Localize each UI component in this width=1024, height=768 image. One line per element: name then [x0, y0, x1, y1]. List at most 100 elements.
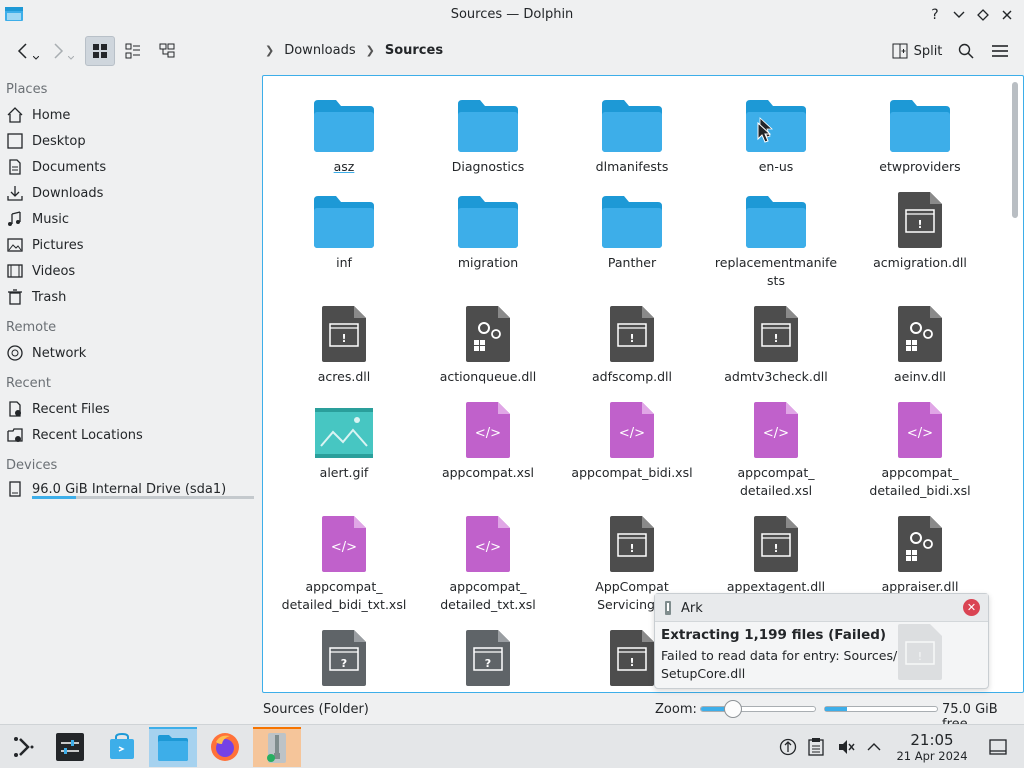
- window-title: Sources — Dolphin: [450, 7, 574, 22]
- network-tray-icon[interactable]: [778, 737, 798, 757]
- folder-item[interactable]: Diagnostics: [418, 88, 558, 176]
- svg-text:</>: </>: [475, 540, 501, 555]
- status-text: Sources (Folder): [263, 702, 369, 717]
- app-launcher-button[interactable]: [0, 727, 48, 767]
- music-icon: [6, 210, 24, 228]
- close-button[interactable]: [998, 5, 1016, 25]
- file-item[interactable]: appraiser.dll: [850, 508, 990, 596]
- folder-item[interactable]: dlmanifests: [562, 88, 702, 176]
- folder-item[interactable]: replacementmanife sts: [706, 184, 846, 290]
- split-button[interactable]: Split: [888, 36, 946, 66]
- sidebar-item-label: Recent Locations: [32, 427, 143, 443]
- task-discover[interactable]: [98, 727, 146, 767]
- task-dolphin[interactable]: [149, 727, 197, 767]
- file-name: acres.dll: [317, 369, 371, 384]
- file-item[interactable]: </> appcompat_ detailed_txt.xsl: [418, 508, 558, 614]
- back-arrow-icon: [17, 43, 27, 59]
- sidebar-item-recent-locations[interactable]: Recent Locations: [6, 423, 256, 447]
- tray-expand-chevron-up-icon[interactable]: [864, 737, 884, 757]
- folder-icon: [600, 88, 664, 152]
- file-name: migration: [457, 255, 519, 270]
- search-button[interactable]: [952, 36, 980, 66]
- folder-item[interactable]: inf: [274, 184, 414, 272]
- task-system-settings[interactable]: [46, 727, 94, 767]
- file-item[interactable]: ! acres.dll: [274, 298, 414, 386]
- ark-notification[interactable]: Ark ✕ Extracting 1,199 files (Failed) Fa…: [654, 593, 989, 689]
- zoom-slider[interactable]: [700, 700, 816, 718]
- svg-text:!: !: [917, 218, 922, 231]
- minimize-button[interactable]: [950, 5, 968, 25]
- dll-gear-file-icon: [456, 298, 520, 362]
- back-button[interactable]: [8, 36, 44, 66]
- menu-button[interactable]: [986, 36, 1014, 66]
- folder-item[interactable]: en-us: [706, 88, 846, 176]
- clock-time[interactable]: 21:05: [908, 731, 956, 749]
- sidebar-item-downloads[interactable]: Downloads: [6, 181, 256, 205]
- sidebar-item-videos[interactable]: Videos: [6, 259, 256, 283]
- xsl-file-icon: </>: [312, 508, 376, 572]
- file-item[interactable]: </> appcompat_bidi.xsl: [562, 394, 702, 482]
- compact-list-icon: [125, 43, 140, 59]
- file-item[interactable]: ! admtv3check.dll: [706, 298, 846, 386]
- notification-file-thumbnail-icon: !: [898, 624, 942, 680]
- forward-button[interactable]: [46, 36, 76, 66]
- xsl-file-icon: </>: [600, 394, 664, 458]
- details-view-button[interactable]: [152, 36, 182, 66]
- help-button[interactable]: ?: [926, 5, 944, 25]
- maximize-button[interactable]: [974, 5, 992, 25]
- dll-file-icon: !: [312, 298, 376, 362]
- sidebar-item-music[interactable]: Music: [6, 207, 256, 231]
- sidebar-item-desktop[interactable]: Desktop: [6, 129, 256, 153]
- file-item[interactable]: ! acmigration.dll: [850, 184, 990, 272]
- file-item[interactable]: </> appcompat_ detailed_bidi_txt.xsl: [274, 508, 414, 614]
- hamburger-menu-icon: [992, 45, 1008, 57]
- file-item[interactable]: ! adfscomp.dll: [562, 298, 702, 386]
- file-item[interactable]: ?: [274, 622, 414, 686]
- file-name: etwproviders: [879, 159, 961, 174]
- file-item[interactable]: alert.gif: [274, 394, 414, 482]
- sidebar-item-pictures[interactable]: Pictures: [6, 233, 256, 257]
- folder-item[interactable]: migration: [418, 184, 558, 272]
- file-name: replacementmanife sts: [714, 255, 838, 288]
- file-item[interactable]: </> appcompat_ detailed.xsl: [706, 394, 846, 500]
- sidebar-item-network[interactable]: Network: [6, 341, 256, 365]
- sidebar-item-home[interactable]: Home: [6, 103, 256, 127]
- sidebar-item-recent-files[interactable]: Recent Files: [6, 397, 256, 421]
- volume-muted-icon[interactable]: [836, 737, 856, 757]
- sidebar-item-trash[interactable]: Trash: [6, 285, 256, 309]
- downloads-icon: [6, 184, 24, 202]
- file-item[interactable]: ?: [418, 622, 558, 686]
- file-name: appcompat_ detailed_bidi_txt.xsl: [281, 579, 407, 612]
- vertical-scrollbar[interactable]: [1011, 82, 1019, 686]
- file-name: Panther: [607, 255, 657, 270]
- file-item[interactable]: ! appextagent.dll: [706, 508, 846, 596]
- file-item[interactable]: aeinv.dll: [850, 298, 990, 386]
- task-ark[interactable]: [253, 727, 301, 767]
- clock-date[interactable]: 21 Apr 2024: [890, 749, 974, 763]
- free-space-bar: [824, 706, 938, 712]
- file-name: appcompat_ detailed_bidi.xsl: [869, 465, 971, 498]
- breadcrumb-sources[interactable]: Sources: [385, 43, 443, 58]
- clipboard-tray-icon[interactable]: [806, 737, 826, 757]
- home-icon: [6, 106, 24, 124]
- svg-text:!: !: [629, 542, 634, 555]
- file-name: dlmanifests: [595, 159, 669, 174]
- file-item[interactable]: </> appcompat.xsl: [418, 394, 558, 482]
- file-item[interactable]: actionqueue.dll: [418, 298, 558, 386]
- breadcrumb-downloads[interactable]: Downloads: [284, 43, 355, 58]
- file-item[interactable]: </> appcompat_ detailed_bidi.xsl: [850, 394, 990, 500]
- scrollbar-thumb[interactable]: [1012, 82, 1018, 218]
- zoom-slider-handle[interactable]: [723, 700, 742, 718]
- icons-view-button[interactable]: [85, 36, 115, 66]
- folder-item[interactable]: Panther: [562, 184, 702, 272]
- file-name: appcompat_bidi.xsl: [571, 465, 693, 480]
- folder-item[interactable]: etwproviders: [850, 88, 990, 176]
- sidebar-item-documents[interactable]: Documents: [6, 155, 256, 179]
- folder-icon: [456, 184, 520, 248]
- file-name: asz: [333, 159, 355, 174]
- folder-item[interactable]: asz: [274, 88, 414, 176]
- notification-close-button[interactable]: ✕: [963, 599, 980, 616]
- task-firefox[interactable]: [201, 727, 249, 767]
- compact-view-button[interactable]: [118, 36, 148, 66]
- show-desktop-icon[interactable]: [988, 737, 1008, 757]
